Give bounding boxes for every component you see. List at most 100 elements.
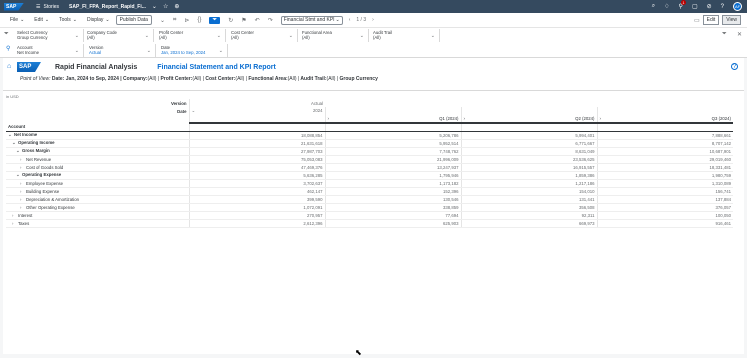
table-row[interactable]: ⌄ Net Income 18,088,854 5,206,786 5,994,401 7… <box>6 131 733 140</box>
table-row[interactable]: › Employee Expense 3,702,637 1,173,182 1,217… <box>6 179 733 188</box>
table-row[interactable]: › Interest 270,957 77,694 92,311 100,050 <box>6 211 733 220</box>
bookmark-flag-icon[interactable]: ⚑ <box>241 17 246 24</box>
currency-filter-value: Group Currency <box>17 35 48 40</box>
expand-icon[interactable]: › <box>328 116 329 121</box>
row-label: Net Revenue <box>26 156 52 162</box>
view-mode-button[interactable]: View <box>722 15 741 25</box>
tools-label[interactable]: Tools <box>59 17 71 23</box>
profit-center-value: (All) <box>159 35 167 40</box>
profit-center-filter[interactable]: Profit Center (All) ⌄ <box>156 29 226 42</box>
edit-label[interactable]: Edit <box>34 17 43 23</box>
avatar[interactable]: AF <box>733 2 742 11</box>
help-icon[interactable]: ? <box>721 4 724 10</box>
publish-data-button[interactable]: Publish Data <box>115 15 152 25</box>
audit-trail-value: (All) <box>373 35 381 40</box>
column-q1-label: Q1 (2024) <box>439 116 459 121</box>
company-code-value: (All) <box>87 35 95 40</box>
value-cell: 8,707,142 <box>596 139 733 148</box>
stories-label[interactable]: Stories <box>43 4 59 10</box>
cost-center-filter[interactable]: Cost Center (All) ⌄ <box>228 29 298 42</box>
row-label: Employee Expense <box>26 180 64 186</box>
filter-icon[interactable]: ⏷ <box>209 16 221 24</box>
row-label-cell: › Depreciation & Amortization <box>6 195 189 204</box>
code-icon[interactable]: {} <box>197 17 201 23</box>
lightbulb-icon[interactable]: ♢ <box>664 3 669 10</box>
filter-bar: ⏷ Select Currency Group Currency ⌄ Compa… <box>0 28 747 58</box>
home-icon[interactable]: ⌂ <box>7 63 11 70</box>
file-label[interactable]: File <box>10 17 18 23</box>
chevron-down-icon[interactable]: ⌄ <box>152 3 157 10</box>
next-page-icon[interactable]: › <box>372 17 374 23</box>
expand-icon[interactable]: › <box>464 116 465 121</box>
search-icon[interactable]: ⌕ <box>652 3 655 10</box>
value-cell: 1,310,089 <box>596 179 733 188</box>
currency-filter[interactable]: Select Currency Group Currency ⌄ <box>14 29 84 42</box>
column-q1[interactable]: › Q1 (2024) <box>324 115 461 124</box>
table-row[interactable]: › Other Operating Expense 1,072,091 338,859… <box>6 203 733 212</box>
row-label: Gross Margin <box>22 148 50 153</box>
stories-menu[interactable]: ☰ Stories <box>36 4 59 10</box>
share-icon[interactable]: ⊕ <box>174 3 179 10</box>
date-filter[interactable]: Date Jan, 2024 to Sep, 2024 ⌄ <box>158 44 228 57</box>
prev-page-icon[interactable]: ‹ <box>349 17 351 23</box>
row-label: Net Income <box>14 132 38 137</box>
table-row[interactable]: ⌄ Gross Margin 27,987,703 7,748,762 8,631,04… <box>6 147 733 156</box>
page-counter: 1 / 3 <box>356 17 367 23</box>
display-label[interactable]: Display <box>87 17 103 23</box>
hamburger-icon[interactable]: ☰ <box>36 4 40 10</box>
edit-menu[interactable]: Edit ⌄ <box>34 17 49 23</box>
tools-menu[interactable]: Tools ⌄ <box>59 17 77 23</box>
refresh-icon[interactable]: ↻ <box>228 17 233 24</box>
play-icon[interactable]: ⊳ <box>184 17 189 24</box>
page-select-value: Financial Stmt and KPI <box>283 17 335 23</box>
pov-prefix: Point of View: <box>20 76 51 82</box>
table-row[interactable]: ⌄ Operating Expense 5,636,285 1,795,946 1,85… <box>6 171 733 180</box>
table-row[interactable]: › Taxes 2,612,396 625,903 669,973 916,461 <box>6 219 733 228</box>
story-title[interactable]: SAP_FI_FPA_Report_Rapid_Fi... <box>69 4 146 10</box>
table-row[interactable]: › Cost of Goods Sold 47,469,376 13,247,937 1… <box>6 163 733 172</box>
bookmark-icon[interactable]: ⌗ <box>173 17 176 24</box>
row-label-cell: › Net Revenue <box>6 155 189 164</box>
value-cell: 7,888,661 <box>596 131 733 140</box>
link-icon[interactable]: ⊘ <box>707 3 712 10</box>
chevron-down-icon: ⌄ <box>44 17 50 23</box>
notification-icon[interactable]: ⚲ 1 <box>679 0 686 10</box>
filter-icon[interactable]: ⏷ <box>4 31 9 38</box>
value-cell: 18,331,481 <box>596 163 733 172</box>
column-q3[interactable]: › Q3 (2024) <box>596 115 733 124</box>
undo-icon[interactable]: ↶ <box>255 17 260 24</box>
value-cell: 5,994,401 <box>460 131 597 140</box>
audit-trail-filter[interactable]: Audit Trail (All) ⌄ <box>370 29 440 42</box>
redo-icon[interactable]: ↷ <box>268 17 273 24</box>
star-icon[interactable]: ☆ <box>163 3 168 10</box>
filter-edit-icon[interactable]: ⏷ <box>722 31 727 38</box>
expand-icon[interactable]: › <box>600 116 601 121</box>
table-row[interactable]: › Depreciation & Amortization 399,590 130,5… <box>6 195 733 204</box>
display-menu[interactable]: Display ⌄ <box>87 17 110 23</box>
version-filter[interactable]: Version Actual ⌄ <box>86 44 156 57</box>
row-label: Interest <box>18 212 33 218</box>
monitor-icon[interactable]: ▭ <box>694 17 700 24</box>
close-icon[interactable]: ✕ <box>737 31 742 38</box>
pov-func-label: Functional Area: <box>246 76 288 82</box>
value-cell: 270,957 <box>188 211 325 220</box>
pov-company-label: Company: <box>121 76 148 82</box>
collapse-icon[interactable]: ⌄ <box>192 108 196 114</box>
dropdown-icon[interactable]: ⌄ <box>160 17 165 24</box>
pov-profit-value: (All) | <box>192 76 204 82</box>
page-select[interactable]: Financial Stmt and KPI ⌄ <box>280 15 343 25</box>
chat-icon[interactable]: ▢ <box>692 3 698 10</box>
value-cell: 23,536,625 <box>460 155 597 164</box>
column-q2[interactable]: › Q2 (2024) <box>460 115 597 124</box>
functional-area-filter[interactable]: Functional Area (All) ⌄ <box>299 29 369 42</box>
table-row[interactable]: › Building Expense 462,147 152,396 154,010 15… <box>6 187 733 196</box>
pov-date-value: Jan, 2024 to Sep, 2024 | <box>64 76 122 82</box>
table-row[interactable]: › Net Revenue 75,053,083 21,996,009 23,536,6… <box>6 155 733 164</box>
company-code-filter[interactable]: Company Code (All) ⌄ <box>84 29 154 42</box>
table-row[interactable]: ⌄ Operating Income 21,631,618 5,952,514 6,77… <box>6 139 733 148</box>
file-menu[interactable]: File ⌄ <box>10 17 24 23</box>
edit-mode-button[interactable]: Edit <box>702 15 720 25</box>
help-icon[interactable]: ? <box>731 63 738 70</box>
value-cell: 18,088,854 <box>188 131 325 140</box>
account-filter[interactable]: Account Net Income ⌄ <box>14 44 84 57</box>
